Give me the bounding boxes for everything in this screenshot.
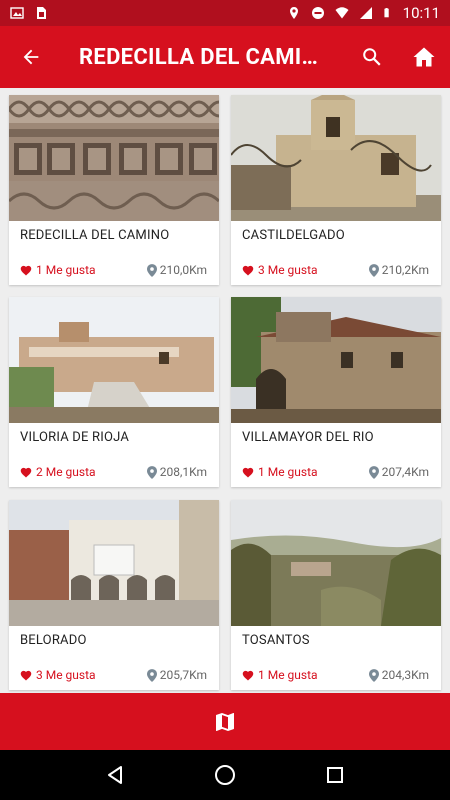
wifi-icon [335, 7, 349, 19]
place-card[interactable]: TOSANTOS 1 Me gusta 204,3Km [231, 500, 441, 690]
place-card[interactable]: REDECILLA DEL CAMINO 1 Me gusta 210,0Km [9, 95, 219, 285]
heart-icon [20, 670, 32, 680]
heart-icon [20, 467, 32, 477]
location-icon [289, 7, 298, 19]
arrow-back-icon [23, 49, 39, 65]
likes-count: 3 Me gusta [242, 263, 318, 277]
dnd-icon [311, 7, 324, 19]
location-pin-icon [368, 465, 379, 479]
nav-home-button[interactable] [205, 755, 245, 795]
place-card[interactable]: VILORIA DE RIOJA 2 Me gusta 208,1Km [9, 297, 219, 487]
system-nav-bar [0, 750, 450, 800]
places-grid: REDECILLA DEL CAMINO 1 Me gusta 210,0Km … [0, 88, 450, 693]
search-icon [363, 48, 381, 66]
place-name: VILORIA DE RIOJA [20, 430, 130, 445]
place-card[interactable]: BELORADO 3 Me gusta 205,7Km [9, 500, 219, 690]
page-title: REDECILLA DEL CAMIN… [79, 44, 329, 70]
signal-icon [359, 7, 372, 19]
location-pin-icon [146, 668, 157, 682]
search-button[interactable] [346, 26, 398, 88]
app-bar: REDECILLA DEL CAMIN… [0, 26, 450, 88]
location-pin-icon [146, 465, 157, 479]
location-pin-icon [368, 263, 379, 277]
map-button[interactable] [0, 693, 450, 750]
heart-icon [20, 265, 32, 275]
nav-back-button[interactable] [95, 755, 135, 795]
place-card[interactable]: VILLAMAYOR DEL RIO 1 Me gusta 207,4Km [231, 297, 441, 487]
place-name: REDECILLA DEL CAMINO [20, 228, 170, 243]
place-name: CASTILDELGADO [242, 228, 345, 243]
sim-icon [37, 7, 46, 19]
location-pin-icon [368, 668, 379, 682]
place-image [231, 95, 441, 221]
place-image [231, 500, 441, 626]
status-time: 10:11 [402, 4, 440, 22]
recents-square-icon [327, 767, 343, 783]
heart-icon [242, 265, 254, 275]
likes-count: 3 Me gusta [20, 668, 96, 682]
distance: 204,3Km [368, 668, 429, 682]
location-pin-icon [146, 263, 157, 277]
likes-count: 1 Me gusta [20, 263, 96, 277]
status-bar: 10:11 [0, 0, 450, 26]
distance: 210,2Km [368, 263, 429, 277]
likes-count: 2 Me gusta [20, 465, 96, 479]
distance: 208,1Km [146, 465, 207, 479]
likes-count: 1 Me gusta [242, 668, 318, 682]
place-image [9, 297, 219, 423]
distance: 207,4Km [368, 465, 429, 479]
distance: 205,7Km [146, 668, 207, 682]
home-icon [413, 47, 435, 67]
place-name: BELORADO [20, 633, 87, 648]
place-image [9, 95, 219, 221]
nav-recents-button[interactable] [315, 755, 355, 795]
back-button[interactable] [0, 26, 62, 88]
place-image [231, 297, 441, 423]
home-circle-icon [215, 765, 235, 785]
map-icon [216, 712, 234, 731]
place-name: TOSANTOS [242, 633, 310, 648]
home-button[interactable] [398, 26, 450, 88]
battery-icon [384, 8, 389, 18]
heart-icon [242, 670, 254, 680]
place-image [9, 500, 219, 626]
distance: 210,0Km [146, 263, 207, 277]
photo-icon [10, 7, 24, 19]
likes-count: 1 Me gusta [242, 465, 318, 479]
place-card[interactable]: CASTILDELGADO 3 Me gusta 210,2Km [231, 95, 441, 285]
back-triangle-icon [108, 766, 122, 784]
place-name: VILLAMAYOR DEL RIO [242, 430, 374, 445]
heart-icon [242, 467, 254, 477]
